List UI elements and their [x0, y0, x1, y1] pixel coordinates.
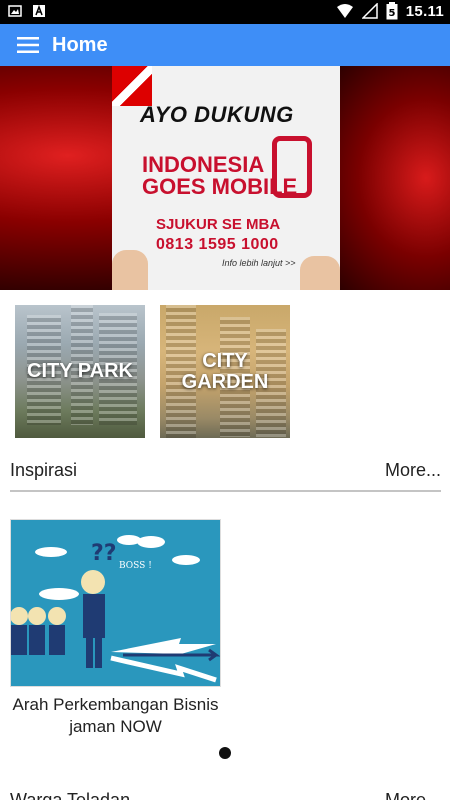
article-image[interactable]: BOSS ! ??: [10, 519, 221, 687]
tile-city-garden[interactable]: CITY GARDEN: [160, 305, 290, 438]
boss-caption: BOSS !: [119, 561, 152, 571]
banner-carousel[interactable]: AYO DUKUNG INDONESIA GOES MOBILE SJUKUR …: [0, 66, 450, 290]
notification-a-icon: [33, 4, 45, 17]
banner-headline: AYO DUKUNG: [140, 102, 294, 127]
phone-icon: [272, 136, 312, 198]
hand-left: [112, 250, 148, 290]
flag-stripe: [112, 66, 152, 106]
section-title: Inspirasi: [10, 459, 78, 480]
page-title: Home: [52, 33, 108, 56]
pager-dot: [219, 747, 231, 759]
svg-text:??: ??: [91, 541, 117, 566]
section-header-inspirasi: Inspirasi More...: [10, 453, 441, 487]
battery-icon: 5: [386, 2, 398, 20]
divider: [10, 490, 441, 492]
signal-icon: [361, 3, 378, 19]
tile-label: CITY PARK: [27, 360, 133, 382]
wifi-icon: [336, 4, 353, 18]
business-illustration: BOSS ! ??: [11, 535, 220, 683]
banner-name: SJUKUR SE MBA: [156, 216, 281, 233]
app-bar: Home: [0, 24, 450, 66]
battery-level: 5: [388, 8, 395, 19]
article-title[interactable]: Arah Perkembangan Bisnis jaman NOW: [10, 694, 221, 738]
section-title: Warga Teladan: [10, 789, 131, 800]
hand-right: [300, 256, 340, 290]
screen: 5 15.11 Home AYO DUKUNG INDONESIA GOES M…: [0, 0, 450, 800]
menu-button[interactable]: [0, 24, 56, 66]
more-link[interactable]: More...: [385, 790, 441, 800]
tile-label: CITY GARDEN: [181, 350, 269, 393]
section-header-warga-teladan: Warga Teladan More...: [10, 783, 441, 800]
more-link[interactable]: More...: [385, 460, 441, 481]
banner-phone: 0813 1595 1000: [156, 236, 279, 253]
tile-city-park[interactable]: CITY PARK: [15, 305, 145, 438]
banner-info: Info lebih lanjut >>: [222, 258, 296, 268]
image-icon: [8, 5, 22, 17]
clock: 15.11: [405, 2, 444, 20]
status-bar: 5 15.11: [0, 0, 450, 24]
hamburger-icon: [17, 37, 39, 53]
